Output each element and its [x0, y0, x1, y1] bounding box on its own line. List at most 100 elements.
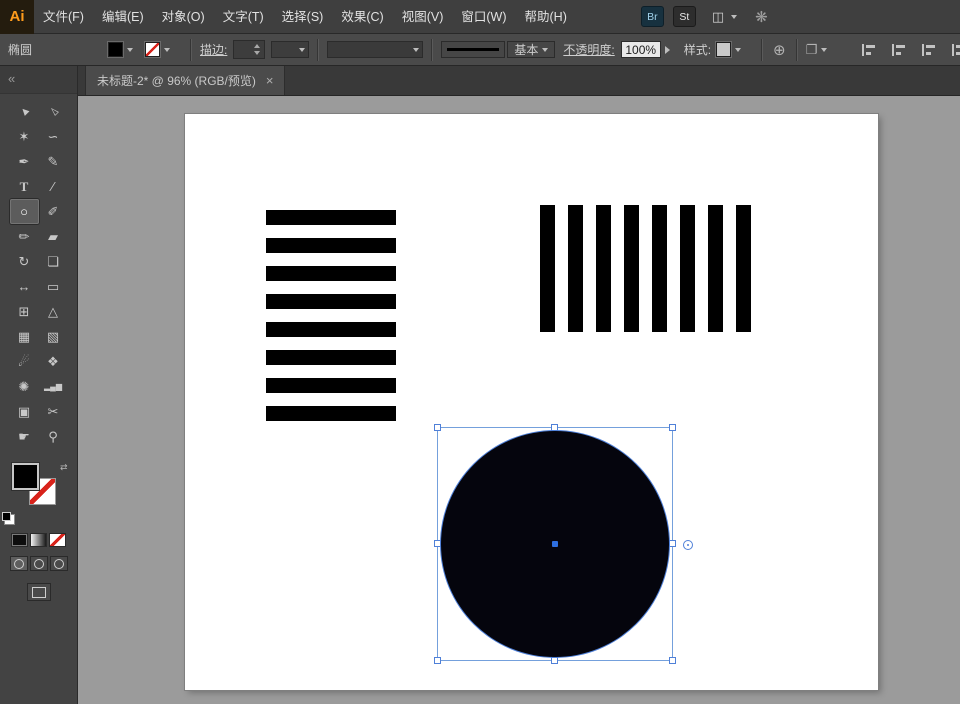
selection-handle[interactable] [551, 424, 558, 431]
document-tab[interactable]: 未标题-2* @ 96% (RGB/预览) × [85, 65, 285, 95]
vertical-stripes-shape[interactable] [540, 205, 751, 332]
selection-handle[interactable] [551, 657, 558, 664]
selection-handle[interactable] [434, 540, 441, 547]
eraser-tool[interactable]: ▰ [39, 224, 68, 249]
screen-mode-button[interactable] [27, 583, 51, 601]
menu-window[interactable]: 窗口(W) [452, 0, 515, 34]
draw-inside-button[interactable] [50, 556, 68, 571]
selection-center-point[interactable] [552, 541, 558, 547]
brush-stroke-preview[interactable] [441, 41, 505, 58]
chevron-down-icon [164, 48, 170, 52]
selection-handle[interactable] [669, 540, 676, 547]
chevron-down-icon [821, 48, 827, 52]
gradient-tool[interactable]: ▧ [39, 324, 68, 349]
menu-type[interactable]: 文字(T) [214, 0, 273, 34]
zoom-tool[interactable]: ⚲ [39, 424, 68, 449]
align-right-icon[interactable] [922, 44, 937, 56]
creative-cloud-icon[interactable]: ❋ [755, 8, 768, 26]
ellipse-tool[interactable]: ○ [10, 199, 39, 224]
rotate-handle[interactable] [683, 540, 693, 550]
align-left-icon[interactable] [862, 44, 877, 56]
fill-color-control[interactable] [108, 42, 133, 57]
opacity-input[interactable]: 100% [621, 41, 661, 58]
selection-handle[interactable] [669, 657, 676, 664]
color-mode-button[interactable] [11, 533, 28, 547]
chevron-down-icon [127, 48, 133, 52]
blend-tool[interactable]: ❖ [39, 349, 68, 374]
type-tool[interactable]: T [10, 174, 39, 199]
shape-builder-tool[interactable]: ⊞ [10, 299, 39, 324]
mesh-tool[interactable]: ▦ [10, 324, 39, 349]
slice-tool[interactable]: ✂ [39, 399, 68, 424]
line-segment-tool[interactable]: ∕ [39, 174, 68, 199]
brush-definition-dropdown[interactable]: 基本 [507, 41, 555, 58]
workspace-switcher[interactable]: ◫ [712, 9, 737, 25]
circle-icon [34, 559, 44, 569]
draw-behind-button[interactable] [30, 556, 48, 571]
tools-panel: « ► ▻ ✶ ∽ ✒ ✎ T ∕ ○ ✐ ✏ ▰ ↻ ❏ ↔ ▭ ⊞ △ ▦ … [0, 66, 78, 704]
selection-handle[interactable] [434, 657, 441, 664]
style-swatch[interactable] [716, 42, 731, 57]
bridge-badge[interactable]: Br [641, 6, 664, 27]
graphic-style-control[interactable] [716, 42, 741, 57]
divider [761, 39, 763, 61]
align-controls [862, 44, 960, 56]
menu-object[interactable]: 对象(O) [153, 0, 214, 34]
opacity-label[interactable]: 不透明度: [563, 41, 614, 58]
app-bar-icons: Br St ◫ ❋ [632, 6, 768, 27]
opacity-expand-icon[interactable] [665, 46, 670, 54]
align-center-icon[interactable] [892, 44, 907, 56]
default-fill-stroke-icon[interactable] [4, 514, 15, 525]
menu-file[interactable]: 文件(F) [34, 0, 93, 34]
menu-effect[interactable]: 效果(C) [332, 0, 392, 34]
none-mode-button[interactable] [49, 533, 66, 547]
column-graph-tool[interactable]: ▂▄▆ [39, 374, 68, 399]
selection-handle[interactable] [669, 424, 676, 431]
document-setup-icon[interactable]: ❐ [806, 42, 818, 58]
free-transform-tool[interactable]: ▭ [39, 274, 68, 299]
paintbrush-tool[interactable]: ✐ [39, 199, 68, 224]
pen-tool[interactable]: ✒ [10, 149, 39, 174]
hand-tool[interactable]: ☛ [10, 424, 39, 449]
stroke-color-control[interactable] [145, 42, 170, 57]
chevron-down-icon [299, 48, 305, 52]
swap-fill-stroke-icon[interactable]: ⇄ [60, 462, 68, 473]
draw-normal-button[interactable] [10, 556, 28, 571]
menu-edit[interactable]: 编辑(E) [93, 0, 153, 34]
selection-handle[interactable] [434, 424, 441, 431]
pencil-tool[interactable]: ✏ [10, 224, 39, 249]
scale-tool[interactable]: ❏ [39, 249, 68, 274]
fill-swatch[interactable] [108, 42, 123, 57]
stock-badge[interactable]: St [673, 6, 696, 27]
stroke-weight-label[interactable]: 描边: [200, 41, 227, 58]
stroke-weight-dropdown[interactable] [271, 41, 309, 58]
variable-width-profile-dropdown[interactable] [327, 41, 423, 58]
width-tool[interactable]: ↔ [10, 274, 39, 299]
divider [317, 39, 319, 61]
menu-view[interactable]: 视图(V) [393, 0, 453, 34]
fill-stroke-indicator: ⇄ [12, 463, 66, 509]
curvature-tool[interactable]: ✎ [39, 149, 68, 174]
paint-mode-buttons [0, 533, 77, 547]
menu-help[interactable]: 帮助(H) [516, 0, 576, 34]
stroke-weight-stepper[interactable] [233, 40, 265, 59]
document-tab-bar: 未标题-2* @ 96% (RGB/预览) × [78, 66, 960, 96]
stroke-none-swatch[interactable] [145, 42, 160, 57]
control-bar: 椭圆 描边: 基本 不透明度: 100% 样式: ⊕ ❐ [0, 34, 960, 66]
eyedropper-tool[interactable]: ☄ [10, 349, 39, 374]
screen-icon [32, 587, 46, 598]
symbol-sprayer-tool[interactable]: ✺ [10, 374, 39, 399]
align-top-icon[interactable] [952, 44, 960, 56]
app-logo[interactable]: Ai [0, 0, 34, 34]
globe-icon[interactable]: ⊕ [773, 41, 786, 59]
collapse-panel-chevron[interactable]: « [0, 66, 77, 94]
rotate-tool[interactable]: ↻ [10, 249, 39, 274]
tab-close-icon[interactable]: × [266, 74, 274, 87]
menu-select[interactable]: 选择(S) [273, 0, 333, 34]
artboard-tool[interactable]: ▣ [10, 399, 39, 424]
canvas-area[interactable] [78, 96, 960, 704]
fill-indicator-swatch[interactable] [12, 463, 39, 490]
gradient-mode-button[interactable] [30, 533, 47, 547]
perspective-grid-tool[interactable]: △ [39, 299, 68, 324]
horizontal-stripes-shape[interactable] [266, 210, 396, 421]
